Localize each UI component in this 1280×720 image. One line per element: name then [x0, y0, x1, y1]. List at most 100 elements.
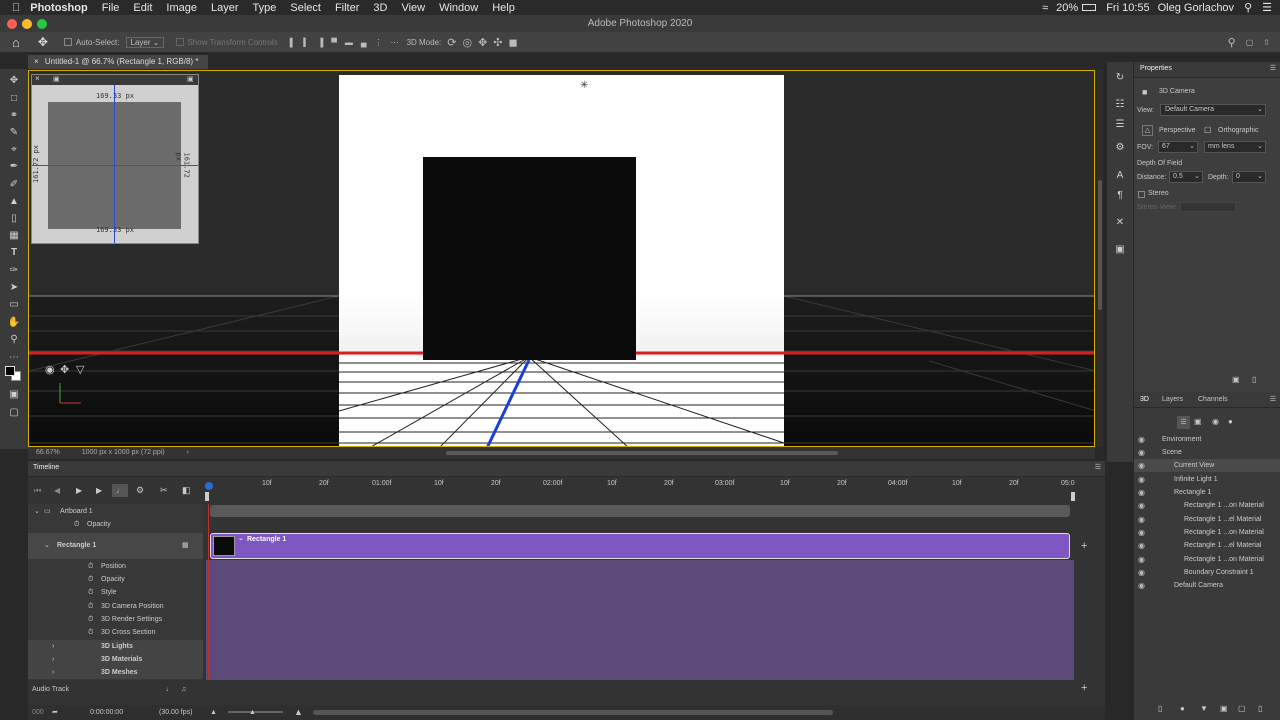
- menu-app-name[interactable]: Photoshop: [30, 2, 87, 14]
- eye-icon[interactable]: ◉: [1138, 473, 1145, 486]
- split-at-playhead-icon[interactable]: ✂: [160, 485, 168, 496]
- stopwatch-icon[interactable]: ⏱: [88, 560, 93, 573]
- timeline-horizontal-scrollbar[interactable]: [313, 710, 833, 715]
- eye-icon[interactable]: ◉: [1138, 553, 1145, 566]
- property-row-camera-position[interactable]: ⏱ 3D Camera Position: [28, 600, 203, 613]
- speaker-icon[interactable]: ♩: [166, 683, 173, 697]
- eye-icon[interactable]: ◉: [1138, 459, 1145, 472]
- tree-item-material[interactable]: ◉ Rectangle 1 ...on Material: [1134, 499, 1280, 512]
- show-transform-checkbox[interactable]: [176, 38, 185, 46]
- eye-icon[interactable]: ◉: [1138, 486, 1145, 499]
- artboard-track[interactable]: [210, 505, 1070, 517]
- layer-row-artboard[interactable]: ⌄ ▭ Artboard 1: [28, 505, 203, 518]
- transition-icon[interactable]: ◧: [182, 485, 191, 496]
- depth-input[interactable]: 0 ⌄: [1232, 171, 1266, 183]
- property-row-cross-section[interactable]: ⏱ 3D Cross Section: [28, 626, 203, 639]
- property-row-opacity[interactable]: ⏱ Opacity: [28, 573, 203, 586]
- group-row-3d-meshes[interactable]: › 3D Meshes: [28, 666, 203, 679]
- tree-item-scene[interactable]: ◉ Scene: [1134, 446, 1280, 459]
- menu-type[interactable]: Type: [253, 2, 277, 14]
- material-filter-icon[interactable]: ◉: [1212, 417, 1219, 426]
- add-audio-icon[interactable]: +: [1081, 682, 1087, 694]
- zoom-out-icon[interactable]: ▲: [210, 705, 217, 720]
- lasso-tool-icon[interactable]: ⚭: [7, 110, 21, 122]
- group-row-3d-materials[interactable]: › 3D Materials: [28, 653, 203, 666]
- tab-3d[interactable]: 3D: [1140, 396, 1149, 403]
- tree-item-material[interactable]: ◉ Rectangle 1 ...on Material: [1134, 526, 1280, 539]
- menu-image[interactable]: Image: [166, 2, 197, 14]
- secondary-view[interactable]: × ▣ ▣ 169.33 px 169.33 px 161.72 px 161.…: [31, 74, 199, 244]
- light-bulb-icon[interactable]: ●: [1180, 704, 1185, 713]
- camera-pan-icon[interactable]: ✥: [60, 363, 69, 376]
- tree-item-material[interactable]: ◉ Rectangle 1 ...on Material: [1134, 553, 1280, 566]
- secondary-view-menu-icon[interactable]: ▣: [53, 75, 60, 83]
- eyedropper-tool-icon[interactable]: ✒: [7, 161, 21, 173]
- property-row-style[interactable]: ⏱ Style: [28, 586, 203, 599]
- menu-filter[interactable]: Filter: [335, 2, 359, 14]
- tree-item-current-view[interactable]: ◉ Current View: [1134, 459, 1280, 472]
- brush-tool-icon[interactable]: ✐: [7, 179, 21, 191]
- align-top-icon[interactable]: ▀: [331, 38, 337, 47]
- zoom-slider-thumb[interactable]: ▲: [249, 705, 256, 720]
- previous-frame-icon[interactable]: ◀: [54, 486, 60, 495]
- workspace-icon[interactable]: ▢: [1246, 38, 1254, 47]
- path-select-tool-icon[interactable]: ➤: [7, 282, 21, 294]
- type-tool-icon[interactable]: T: [7, 247, 21, 259]
- zoom-level[interactable]: 66.67%: [36, 449, 60, 456]
- render-icon[interactable]: ▢: [1238, 704, 1246, 713]
- stopwatch-icon[interactable]: ⏱: [88, 573, 93, 586]
- paragraph-icon[interactable]: ¶: [1113, 190, 1127, 202]
- property-row-position[interactable]: ⏱ Position: [28, 560, 203, 573]
- close-tab-icon[interactable]: ×: [34, 57, 39, 66]
- more-options-icon[interactable]: ⋯: [391, 38, 399, 47]
- distance-input[interactable]: 0.5 ⌄: [1169, 171, 1203, 183]
- stopwatch-icon[interactable]: ⏱: [88, 626, 93, 639]
- eraser-tool-icon[interactable]: ▯: [7, 213, 21, 225]
- libraries-icon[interactable]: ☰: [1113, 119, 1127, 131]
- foreground-color-swatch[interactable]: [5, 366, 15, 376]
- chevron-down-icon[interactable]: ⌄: [238, 534, 244, 542]
- mesh-filter-icon[interactable]: ▣: [1194, 417, 1202, 426]
- duplicate-icon[interactable]: ▣: [1220, 704, 1228, 713]
- delete-icon[interactable]: ▯: [1252, 375, 1256, 384]
- chevron-down-icon[interactable]: ⌄: [44, 539, 50, 552]
- document-tab[interactable]: × Untitled-1 @ 66.7% (Rectangle 1, RGB/8…: [28, 55, 208, 69]
- clock[interactable]: Fri 10:55: [1106, 2, 1149, 14]
- music-note-icon[interactable]: ♫: [181, 683, 186, 697]
- align-bottom-icon[interactable]: ▄: [361, 38, 367, 47]
- marquee-tool-icon[interactable]: □: [7, 93, 21, 105]
- move-tool-icon[interactable]: ✥: [7, 75, 21, 87]
- timeline-menu-icon[interactable]: ☰: [1095, 463, 1101, 471]
- work-area-start[interactable]: [205, 492, 209, 501]
- audio-track-row[interactable]: Audio Track ♩ ♫: [28, 683, 203, 697]
- quick-mask-icon[interactable]: ▣: [7, 389, 21, 401]
- chevron-right-icon[interactable]: ›: [52, 640, 54, 653]
- canvas-vertical-scrollbar[interactable]: [1097, 70, 1103, 447]
- next-frame-icon[interactable]: ▶: [96, 486, 102, 495]
- status-menu-icon[interactable]: ›: [187, 449, 189, 456]
- timeline-title[interactable]: Timeline: [33, 464, 59, 471]
- light-filter-icon[interactable]: ●: [1228, 417, 1233, 426]
- convert-icon[interactable]: ➦: [52, 705, 58, 720]
- menu-edit[interactable]: Edit: [133, 2, 152, 14]
- zoom-in-icon[interactable]: ▲: [294, 705, 303, 720]
- menu-file[interactable]: File: [102, 2, 120, 14]
- stopwatch-icon[interactable]: ⏱: [88, 600, 93, 613]
- go-to-first-frame-icon[interactable]: ⏮: [34, 486, 41, 496]
- battery-icon[interactable]: [1082, 4, 1097, 11]
- menu-layer[interactable]: Layer: [211, 2, 239, 14]
- align-left-icon[interactable]: ▌: [290, 38, 296, 47]
- layer-row-rectangle[interactable]: ⌄ Rectangle 1 ▦: [28, 533, 203, 559]
- menu-select[interactable]: Select: [290, 2, 321, 14]
- menu-3d[interactable]: 3D: [373, 2, 387, 14]
- tree-item-material[interactable]: ◉ Rectangle 1 ...el Material: [1134, 539, 1280, 552]
- close-window-button[interactable]: [7, 19, 17, 29]
- quick-select-tool-icon[interactable]: ✎: [7, 127, 21, 139]
- styles-icon[interactable]: ⚙: [1113, 142, 1127, 154]
- stereo-view-dropdown[interactable]: [1180, 202, 1236, 212]
- delete-icon[interactable]: ▯: [1258, 704, 1262, 713]
- group-row-3d-lights[interactable]: › 3D Lights: [28, 640, 203, 653]
- close-secondary-view-icon[interactable]: ×: [35, 74, 40, 83]
- drag-3d-icon[interactable]: ✥: [478, 36, 487, 49]
- pen-tool-icon[interactable]: ✑: [7, 265, 21, 277]
